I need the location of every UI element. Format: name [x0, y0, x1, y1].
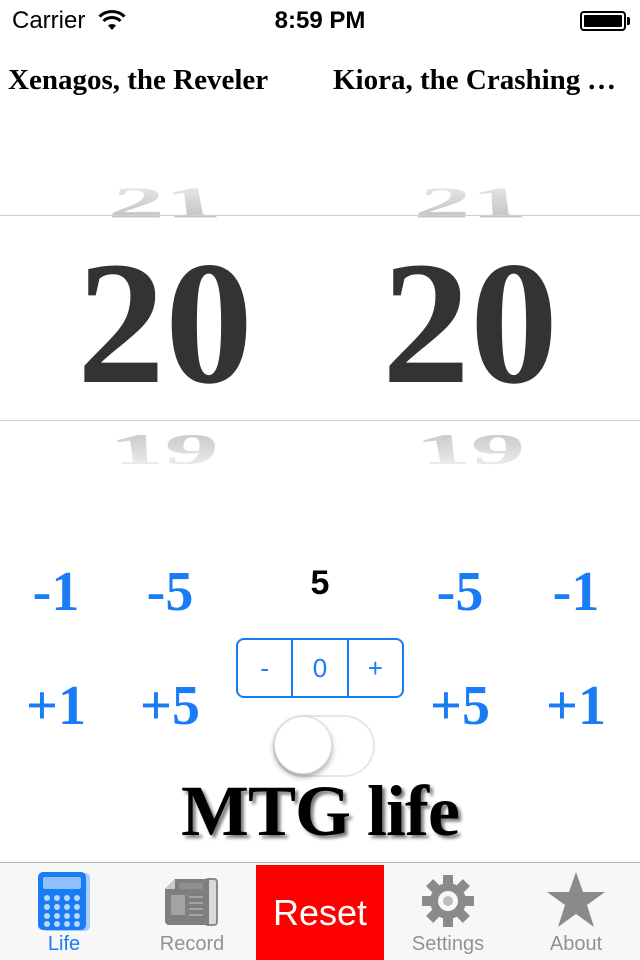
player-2-life-picker[interactable]: 21 20 19 — [320, 110, 640, 530]
amount-stepper[interactable]: - 0 + — [236, 638, 404, 698]
player-1-life-picker[interactable]: 21 20 19 — [0, 110, 320, 530]
player-2-life-current[interactable]: 20 — [320, 236, 640, 412]
clock: 8:59 PM — [274, 7, 366, 34]
calculator-icon — [38, 872, 90, 931]
star-icon — [547, 872, 605, 927]
tab-life-label: Life — [47, 933, 81, 955]
gear-icon — [422, 875, 474, 927]
tab-about[interactable]: About — [512, 863, 640, 960]
player-1-plus-5-button[interactable]: +5 — [120, 676, 220, 736]
step-amount-label: 5 — [310, 564, 330, 602]
mode-toggle-switch[interactable] — [273, 715, 375, 777]
tab-settings-label: Settings — [411, 933, 485, 955]
player-2-life-prev[interactable]: 21 — [320, 180, 640, 229]
stepper-decrement-button[interactable]: - — [238, 640, 291, 696]
player-2-name[interactable]: Kiora, the Crashing Wave — [333, 64, 633, 97]
player-1-name[interactable]: Xenagos, the Reveler — [8, 64, 313, 97]
stepper-increment-button[interactable]: + — [346, 640, 402, 696]
tab-record-label: Record — [159, 933, 225, 955]
player-1-life-next[interactable]: 19 — [0, 423, 320, 472]
battery-full-icon — [580, 11, 626, 31]
stepper-value: 0 — [291, 640, 346, 696]
player-2-life-next[interactable]: 19 — [320, 423, 640, 472]
player-1-minus-1-button[interactable]: -1 — [6, 562, 106, 622]
toggle-knob[interactable] — [274, 716, 332, 774]
player-2-plus-5-button[interactable]: +5 — [410, 676, 510, 736]
player-1-minus-5-button[interactable]: -5 — [120, 562, 220, 622]
status-bar: Carrier 8:59 PM — [0, 0, 640, 40]
player-1-life-prev[interactable]: 21 — [0, 180, 320, 229]
player-2-plus-1-button[interactable]: +1 — [526, 676, 626, 736]
tab-life[interactable]: Life — [0, 863, 128, 960]
app-title: MTG life — [181, 771, 460, 851]
tab-record[interactable]: Record — [128, 863, 256, 960]
picker-selection-line-bottom — [0, 420, 640, 421]
player-2-minus-5-button[interactable]: -5 — [410, 562, 510, 622]
tab-about-label: About — [549, 933, 603, 955]
picker-selection-line-top — [0, 215, 640, 216]
tab-bar: Life Record Reset Settings About — [0, 862, 640, 960]
battery-tip — [627, 17, 630, 25]
player-1-life-current[interactable]: 20 — [0, 236, 320, 412]
reset-button[interactable]: Reset — [256, 865, 384, 960]
player-2-minus-1-button[interactable]: -1 — [526, 562, 626, 622]
newspaper-icon — [165, 878, 218, 926]
tab-settings[interactable]: Settings — [384, 863, 512, 960]
player-1-plus-1-button[interactable]: +1 — [6, 676, 106, 736]
